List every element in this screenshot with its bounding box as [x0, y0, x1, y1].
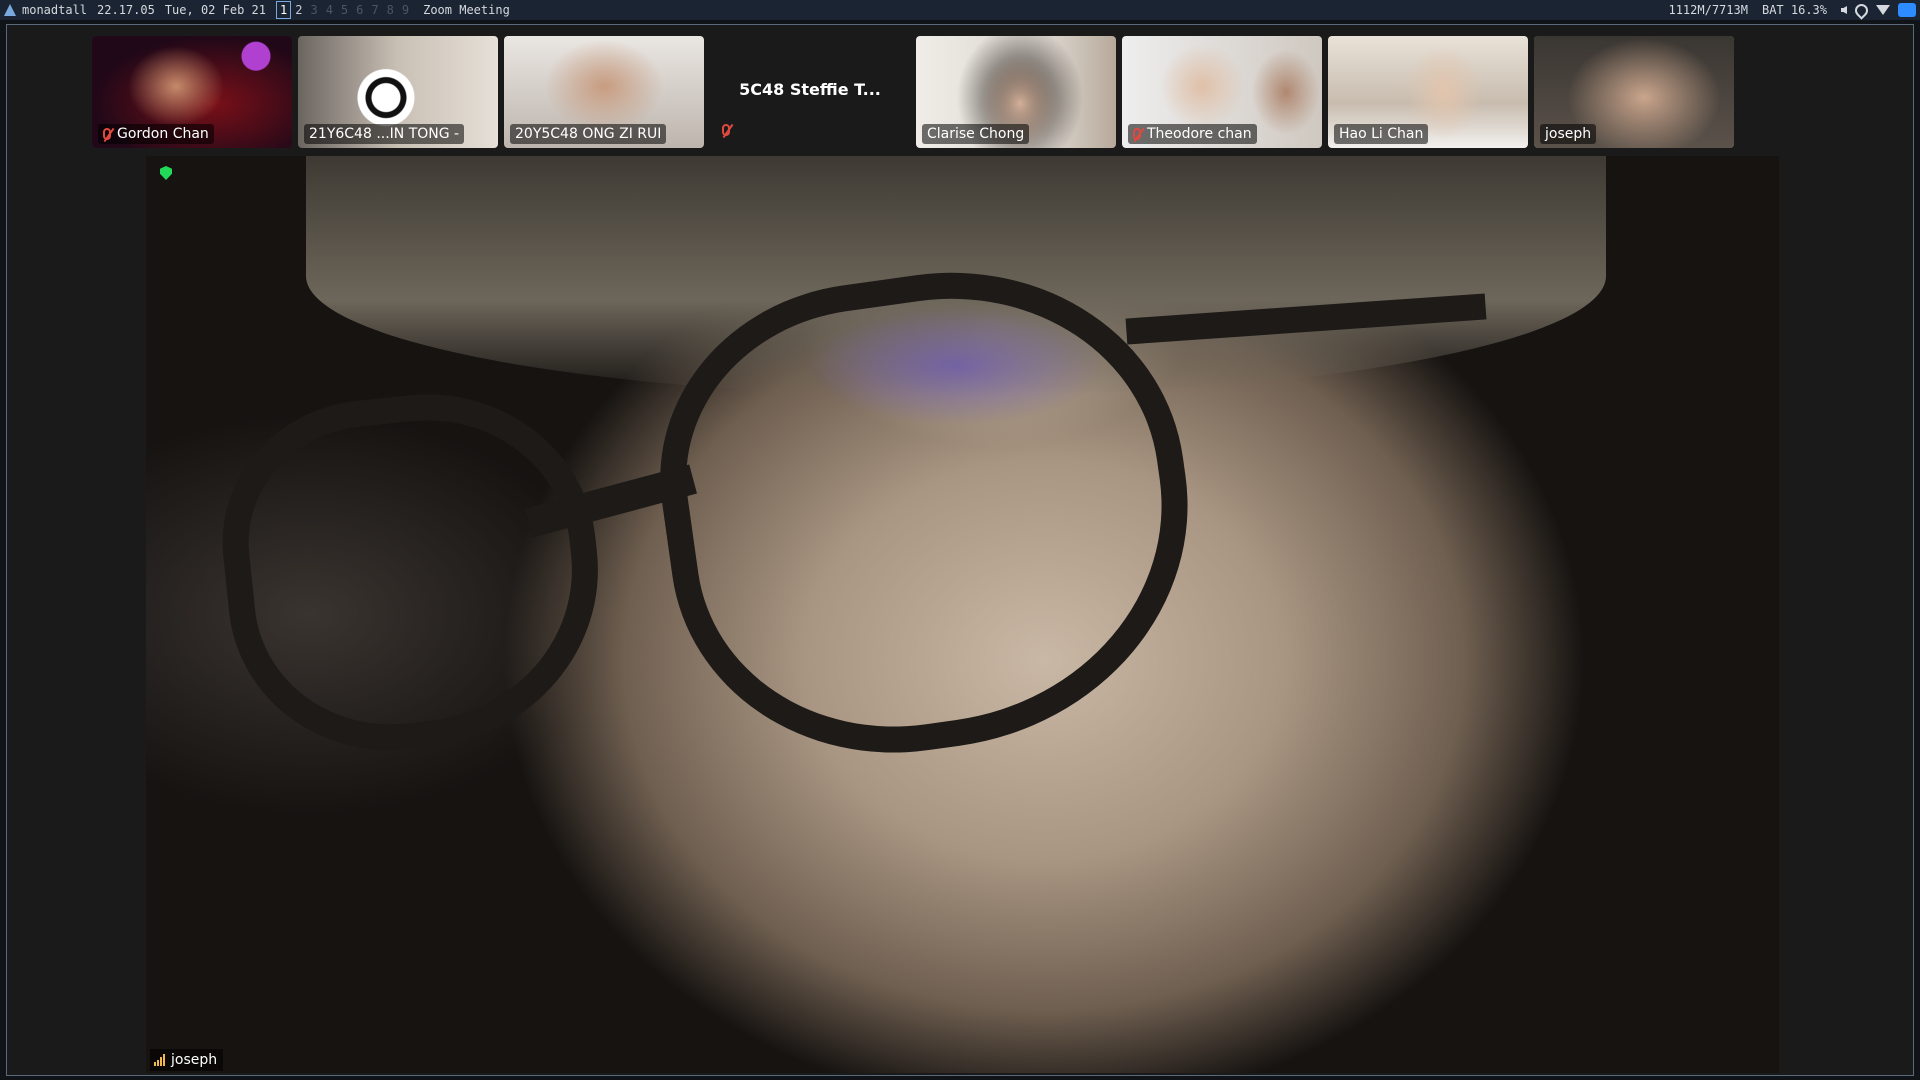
workspace-6[interactable]: 6: [352, 0, 367, 20]
participant-tile[interactable]: 20Y5C48 ONG ZI RUI: [504, 36, 704, 148]
workspace-2[interactable]: 2: [291, 0, 306, 20]
zoom-meeting-window: Gordon Chan 21Y6C48 ...IN TONG - 20Y5C48…: [6, 24, 1914, 1076]
workspace-7[interactable]: 7: [367, 0, 382, 20]
wifi-icon[interactable]: [1876, 5, 1890, 15]
participant-name-label: 20Y5C48 ONG ZI RUI: [510, 124, 667, 144]
mic-muted-icon: [1133, 128, 1141, 140]
participant-name-label: 21Y6C48 ...IN TONG -: [304, 124, 465, 144]
participant-name: 21Y6C48 ...IN TONG -: [309, 126, 460, 142]
participant-name: Clarise Chong: [927, 126, 1025, 142]
workspace-3[interactable]: 3: [306, 0, 321, 20]
location-icon[interactable]: [1852, 0, 1871, 20]
battery-status: BAT 16.3%: [1761, 3, 1827, 17]
participant-name-label: joseph: [1540, 124, 1597, 144]
date: Tue, 02 Feb 21: [164, 3, 266, 17]
participant-name: Hao Li Chan: [1339, 126, 1424, 142]
active-speaker-label: joseph: [150, 1049, 224, 1071]
participant-name: Theodore chan: [1147, 126, 1252, 142]
status-bar: monadtall 22.17.05 Tue, 02 Feb 21 1 2 3 …: [0, 0, 1920, 20]
participant-tile[interactable]: 5C48 Steffie T...: [710, 36, 910, 148]
participant-name-label: Clarise Chong: [922, 124, 1030, 144]
window-title: Zoom Meeting: [423, 3, 510, 17]
participant-name: 20Y5C48 ONG ZI RUI: [515, 126, 662, 142]
participant-name: Gordon Chan: [117, 126, 209, 142]
participant-tile[interactable]: Hao Li Chan: [1328, 36, 1528, 148]
layout-name: monadtall: [22, 3, 88, 17]
active-speaker-name: joseph: [171, 1052, 218, 1068]
active-speaker-video[interactable]: joseph: [146, 156, 1779, 1073]
workspace-5[interactable]: 5: [337, 0, 352, 20]
signal-strength-icon: [154, 1054, 165, 1066]
mic-muted-icon: [722, 124, 730, 136]
participant-name: joseph: [1545, 126, 1592, 142]
participant-tile-active[interactable]: joseph: [1534, 36, 1734, 148]
volume-icon[interactable]: [1841, 6, 1847, 14]
participant-name-label: Gordon Chan: [98, 124, 214, 144]
participant-tile[interactable]: Gordon Chan: [92, 36, 292, 148]
participant-name: 5C48 Steffie T...: [739, 80, 881, 99]
clock: 22.17.05: [97, 3, 155, 17]
participant-name-label: Hao Li Chan: [1334, 124, 1429, 144]
participant-tile[interactable]: Clarise Chong: [916, 36, 1116, 148]
mic-muted-icon: [103, 128, 111, 140]
participant-tile[interactable]: 21Y6C48 ...IN TONG -: [298, 36, 498, 148]
participant-tile[interactable]: Theodore chan: [1122, 36, 1322, 148]
memory-usage: 1112M/7713M: [1668, 3, 1748, 17]
arch-logo-icon: [4, 4, 16, 16]
participant-name-label: Theodore chan: [1128, 124, 1257, 144]
workspace-8[interactable]: 8: [383, 0, 398, 20]
zoom-tray-icon[interactable]: [1898, 3, 1916, 17]
workspace-4[interactable]: 4: [322, 0, 337, 20]
workspace-1[interactable]: 1: [275, 1, 292, 19]
workspace-9[interactable]: 9: [398, 0, 413, 20]
